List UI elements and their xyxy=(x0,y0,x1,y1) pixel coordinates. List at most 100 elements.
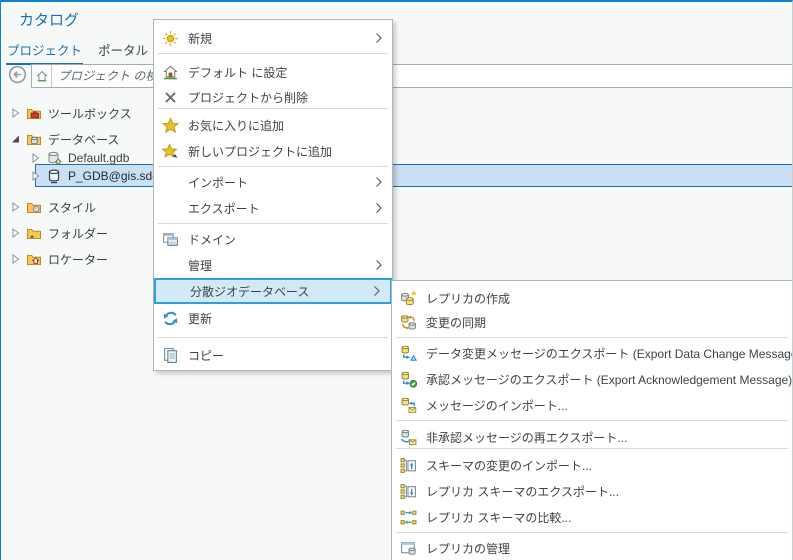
menu-separator xyxy=(158,166,388,167)
submenu-item-compare-replica-schema[interactable]: レプリカ スキーマの比較... xyxy=(392,504,792,530)
expand-expanded-icon[interactable] xyxy=(9,133,22,145)
synchronize-changes-icon xyxy=(400,314,417,331)
locator-folder-icon xyxy=(26,251,42,267)
submenu-item-export-acknowledgement-message[interactable]: 承認メッセージのエクスポート (Export Acknowledgement M… xyxy=(392,366,792,392)
menu-item-new[interactable]: 新規 xyxy=(154,25,392,51)
context-menu: 新規 デフォルト に設定 プロジェクトから削除 お気に入りに追加 新しいプロジェ… xyxy=(153,19,393,371)
tree-item-label: フォルダー xyxy=(48,225,108,242)
menu-item-export[interactable]: エクスポート xyxy=(154,195,392,221)
export-acknowledgement-icon xyxy=(400,371,417,388)
menu-item-label: エクスポート xyxy=(188,200,260,217)
search-box xyxy=(31,64,793,88)
submenu-item-label: レプリカの管理 xyxy=(426,540,510,557)
tree-item-label: データベース xyxy=(48,131,119,148)
submenu-item-label: レプリカ スキーマの比較... xyxy=(426,509,571,526)
tab-portal[interactable]: ポータル xyxy=(97,38,149,65)
menu-separator xyxy=(396,337,788,338)
submenu-item-label: レプリカの作成 xyxy=(426,290,510,307)
import-message-icon xyxy=(400,397,417,414)
tree-item-locators[interactable]: ロケーター xyxy=(9,247,108,271)
submenu-item-create-replica[interactable]: レプリカの作成 xyxy=(392,285,792,311)
menu-item-add-to-new-project[interactable]: 新しいプロジェクトに追加 xyxy=(154,138,392,164)
menu-item-label: プロジェクトから削除 xyxy=(188,89,308,106)
menu-separator xyxy=(158,223,388,224)
new-sun-icon xyxy=(162,30,179,47)
submenu-item-reexport-unacknowledged-messages[interactable]: 非承認メッセージの再エクスポート... xyxy=(392,424,792,450)
tab-project[interactable]: プロジェクト xyxy=(6,38,83,65)
compare-replica-schema-icon xyxy=(400,509,417,526)
menu-item-domains[interactable]: ドメイン xyxy=(154,226,392,252)
menu-item-label: デフォルト に設定 xyxy=(188,64,287,81)
menu-item-label: 更新 xyxy=(188,310,212,327)
tree-item-pgdb-sde[interactable]: P_GDB@gis.sde xyxy=(29,164,159,187)
menu-separator xyxy=(158,108,388,109)
no-icon xyxy=(164,283,181,300)
menu-separator xyxy=(396,532,788,533)
menu-separator xyxy=(158,337,388,338)
menu-item-remove-from-project[interactable]: プロジェクトから削除 xyxy=(154,84,392,110)
refresh-icon xyxy=(162,310,179,327)
expand-collapsed-icon[interactable] xyxy=(9,107,22,119)
export-data-change-icon xyxy=(400,345,417,362)
submenu-item-manage-replicas[interactable]: レプリカの管理 xyxy=(392,535,792,560)
home-icon xyxy=(35,69,49,83)
submenu-item-export-data-change-message[interactable]: データ変更メッセージのエクスポート (Export Data Change Me… xyxy=(392,340,792,366)
style-folder-icon xyxy=(26,199,42,215)
expand-collapsed-icon[interactable] xyxy=(9,227,22,239)
remove-x-icon xyxy=(162,89,179,106)
tree-item-label: ロケーター xyxy=(48,251,108,268)
submenu-item-import-message[interactable]: メッセージのインポート... xyxy=(392,392,792,418)
reexport-unacknowledged-icon xyxy=(400,429,417,446)
database-folder-icon xyxy=(26,131,42,147)
manage-replicas-icon xyxy=(400,540,417,557)
menu-item-set-as-default[interactable]: デフォルト に設定 xyxy=(154,59,392,85)
import-schema-changes-icon xyxy=(400,457,417,474)
menu-item-label: ドメイン xyxy=(188,231,236,248)
chevron-right-icon xyxy=(375,176,383,188)
menu-item-copy[interactable]: コピー xyxy=(154,342,392,368)
chevron-right-icon xyxy=(375,32,383,44)
no-icon xyxy=(162,200,179,217)
tree-item-toolboxes[interactable]: ツールボックス xyxy=(9,101,132,125)
submenu-item-label: 非承認メッセージの再エクスポート... xyxy=(426,429,627,446)
menu-item-refresh[interactable]: 更新 xyxy=(154,305,392,331)
tree-item-styles[interactable]: スタイル xyxy=(9,195,96,219)
search-home-button[interactable] xyxy=(32,65,52,87)
submenu-item-synchronize-changes[interactable]: 変更の同期 xyxy=(392,309,792,335)
menu-separator xyxy=(396,420,788,421)
expand-collapsed-icon[interactable] xyxy=(9,253,22,265)
catalog-pane: カタログ プロジェクト ポータル コンピューター ツールボックス データベース … xyxy=(0,0,793,560)
tree-item-label: スタイル xyxy=(48,199,96,216)
chevron-right-icon xyxy=(375,259,383,271)
domains-icon xyxy=(162,231,179,248)
menu-item-import[interactable]: インポート xyxy=(154,169,392,195)
expand-collapsed-icon[interactable] xyxy=(29,170,42,182)
add-favorite-star-icon xyxy=(162,117,179,134)
copy-icon xyxy=(162,347,179,364)
menu-item-label: コピー xyxy=(188,347,224,364)
submenu-item-import-schema-changes[interactable]: スキーマの変更のインポート... xyxy=(392,452,792,478)
menu-item-label: 管理 xyxy=(188,257,212,274)
add-to-new-project-star-icon xyxy=(162,143,179,160)
submenu-item-label: レプリカ スキーマのエクスポート... xyxy=(426,483,619,500)
expand-collapsed-icon[interactable] xyxy=(9,201,22,213)
toolbox-folder-icon xyxy=(26,105,42,121)
menu-separator xyxy=(158,53,388,54)
menu-item-add-to-favorites[interactable]: お気に入りに追加 xyxy=(154,112,392,138)
back-button[interactable] xyxy=(8,65,27,84)
expand-collapsed-icon[interactable] xyxy=(29,152,42,164)
menu-item-label: 新しいプロジェクトに追加 xyxy=(188,143,332,160)
submenu-item-export-replica-schema[interactable]: レプリカ スキーマのエクスポート... xyxy=(392,478,792,504)
back-arrow-icon xyxy=(8,65,27,84)
distributed-geodatabase-submenu: レプリカの作成 変更の同期 データ変更メッセージのエクスポート (Export … xyxy=(391,280,793,560)
submenu-item-label: メッセージのインポート... xyxy=(426,397,568,414)
no-icon xyxy=(162,174,179,191)
menu-item-manage[interactable]: 管理 xyxy=(154,252,392,278)
menu-item-label: 分散ジオデータベース xyxy=(190,283,309,300)
submenu-item-label: 変更の同期 xyxy=(426,314,486,331)
menu-item-distributed-geodatabase[interactable]: 分散ジオデータベース xyxy=(154,278,392,304)
tree-item-label: ツールボックス xyxy=(48,105,132,122)
tree-item-folders[interactable]: フォルダー xyxy=(9,221,108,245)
folder-icon xyxy=(26,225,42,241)
set-default-home-icon xyxy=(162,64,179,81)
